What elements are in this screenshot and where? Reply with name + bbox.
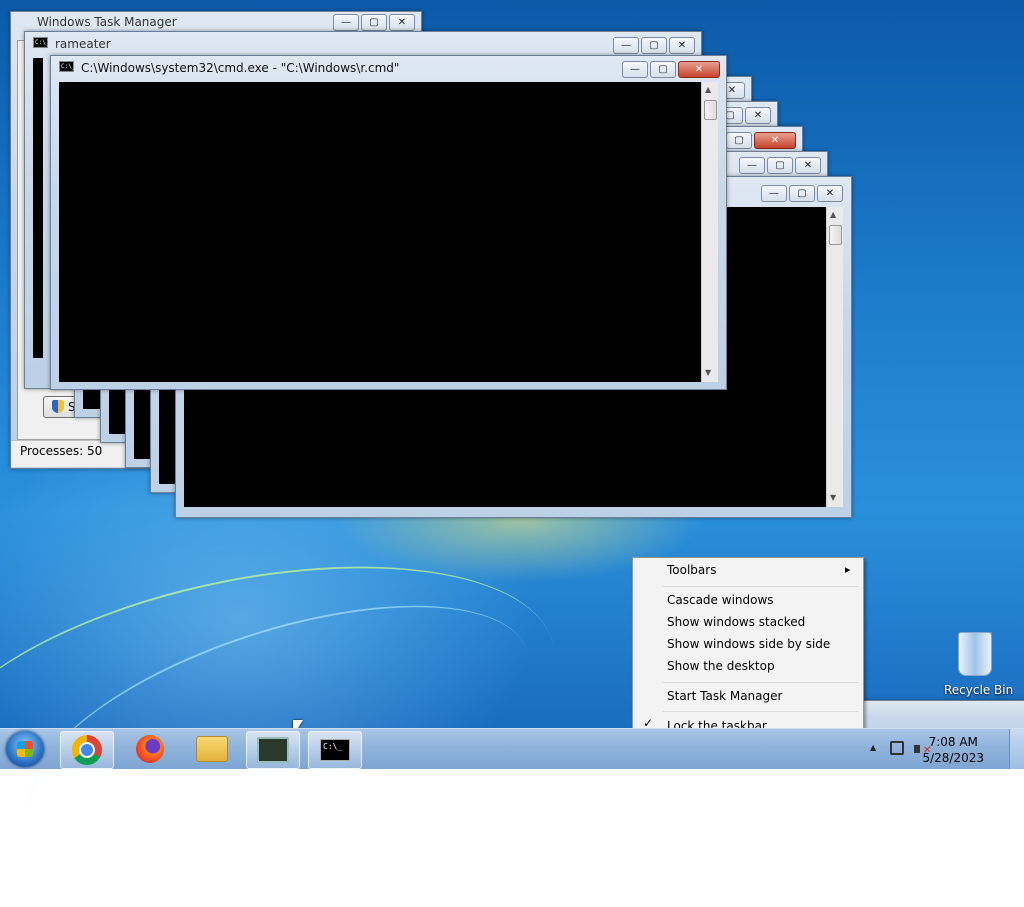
close-icon: ✕ [753, 109, 763, 121]
minimize-button[interactable]: — [333, 14, 359, 31]
cmd-icon: C:\_ [320, 739, 350, 761]
close-button[interactable]: ✕ [754, 132, 796, 149]
recycle-bin[interactable]: Recycle Bin [940, 630, 1014, 700]
scroll-down-icon[interactable]: ▼ [830, 493, 836, 502]
taskbar: C:\_ ▲ ✕ 7:08 AM 5/28/2023 [0, 728, 1024, 769]
window-title: C:\Windows\system32\cmd.exe - "C:\Window… [81, 61, 400, 75]
scroll-thumb[interactable] [704, 100, 717, 120]
minimize-icon: — [621, 39, 631, 51]
rameater-title: rameater [55, 37, 111, 51]
maximize-button[interactable]: ▢ [650, 61, 676, 78]
scroll-down-icon[interactable]: ▼ [705, 368, 711, 377]
menu-item-stacked[interactable]: Show windows stacked [667, 615, 805, 629]
menu-item-cascade[interactable]: Cascade windows [667, 593, 774, 607]
taskbar-task-manager[interactable] [246, 731, 300, 769]
scroll-up-icon[interactable]: ▲ [705, 85, 711, 94]
close-button[interactable]: ✕ [745, 107, 771, 124]
taskbar-explorer[interactable] [186, 731, 238, 767]
maximize-icon: ▢ [734, 134, 744, 146]
maximize-button[interactable]: ▢ [789, 185, 815, 202]
minimize-button[interactable]: — [622, 61, 648, 78]
console-area[interactable] [59, 82, 701, 382]
recycle-bin-label: Recycle Bin [944, 683, 1014, 697]
cmd-icon: C:\_ [59, 61, 76, 72]
scroll-thumb[interactable] [829, 225, 842, 245]
firefox-icon [136, 735, 164, 763]
maximize-button[interactable]: ▢ [767, 157, 793, 174]
taskbar-firefox[interactable] [124, 731, 176, 767]
show-hidden-icons-icon[interactable]: ▲ [870, 743, 876, 752]
task-manager-title: Windows Task Manager [37, 15, 177, 29]
vertical-scrollbar[interactable]: ▲ ▼ [701, 82, 718, 382]
close-button[interactable]: ✕ [669, 37, 695, 54]
minimize-button[interactable]: — [739, 157, 765, 174]
close-icon: ✕ [397, 16, 407, 28]
close-icon: ✕ [770, 134, 780, 146]
rameater-console[interactable] [33, 58, 43, 358]
clock-date: 5/28/2023 [922, 751, 984, 765]
taskbar-context-menu: Toolbars ▸ Cascade windows Show windows … [632, 557, 864, 733]
scroll-up-icon[interactable]: ▲ [830, 210, 836, 219]
minimize-icon: — [769, 187, 779, 199]
recycle-bin-icon [958, 632, 992, 676]
minimize-icon: — [630, 63, 640, 75]
close-icon: ✕ [694, 63, 704, 75]
maximize-icon: ▢ [658, 63, 668, 75]
close-button[interactable]: ✕ [817, 185, 843, 202]
system-clock[interactable]: 7:08 AM 5/28/2023 [922, 734, 984, 766]
close-icon: ✕ [727, 84, 737, 96]
show-desktop-button[interactable] [1009, 729, 1024, 769]
maximize-icon: ▢ [797, 187, 807, 199]
close-button[interactable]: ✕ [389, 14, 415, 31]
close-icon: ✕ [677, 39, 687, 51]
close-icon: ✕ [803, 159, 813, 171]
minimize-button[interactable]: — [613, 37, 639, 54]
menu-item-show-desktop[interactable]: Show the desktop [667, 659, 775, 673]
menu-item-toolbars[interactable]: Toolbars [667, 563, 716, 577]
close-button[interactable]: ✕ [678, 61, 720, 78]
cmd-window-front[interactable]: C:\_ C:\Windows\system32\cmd.exe - "C:\W… [50, 55, 727, 390]
close-icon: ✕ [825, 187, 835, 199]
menu-separator [663, 711, 859, 712]
processes-count: Processes: 50 [20, 444, 103, 458]
maximize-icon: ▢ [369, 16, 379, 28]
submenu-arrow-icon: ▸ [845, 563, 851, 576]
desktop: Windows Task Manager — ▢ ✕ Sh Processes:… [0, 0, 1024, 907]
menu-item-task-manager[interactable]: Start Task Manager [667, 689, 782, 703]
taskbar-chrome[interactable] [60, 731, 114, 769]
clock-time: 7:08 AM [928, 735, 978, 749]
minimize-button[interactable]: — [761, 185, 787, 202]
maximize-button[interactable]: ▢ [361, 14, 387, 31]
windows-logo-icon [17, 741, 33, 757]
minimize-icon: — [747, 159, 757, 171]
menu-separator [663, 682, 859, 683]
menu-separator [663, 586, 859, 587]
uac-shield-icon [52, 400, 64, 413]
taskbar-cmd[interactable]: C:\_ [308, 731, 362, 769]
network-icon[interactable] [890, 741, 904, 755]
explorer-icon [196, 736, 228, 762]
vertical-scrollbar[interactable]: ▲ ▼ [826, 207, 843, 507]
menu-item-side-by-side[interactable]: Show windows side by side [667, 637, 830, 651]
close-button[interactable]: ✕ [795, 157, 821, 174]
maximize-icon: ▢ [649, 39, 659, 51]
cmd-icon: C:\_ [33, 37, 50, 48]
chrome-icon [72, 735, 102, 765]
minimize-icon: — [341, 16, 351, 28]
start-button[interactable] [6, 731, 44, 767]
maximize-button[interactable]: ▢ [641, 37, 667, 54]
task-manager-icon [257, 737, 289, 763]
maximize-icon: ▢ [775, 159, 785, 171]
maximize-button[interactable]: ▢ [726, 132, 752, 149]
